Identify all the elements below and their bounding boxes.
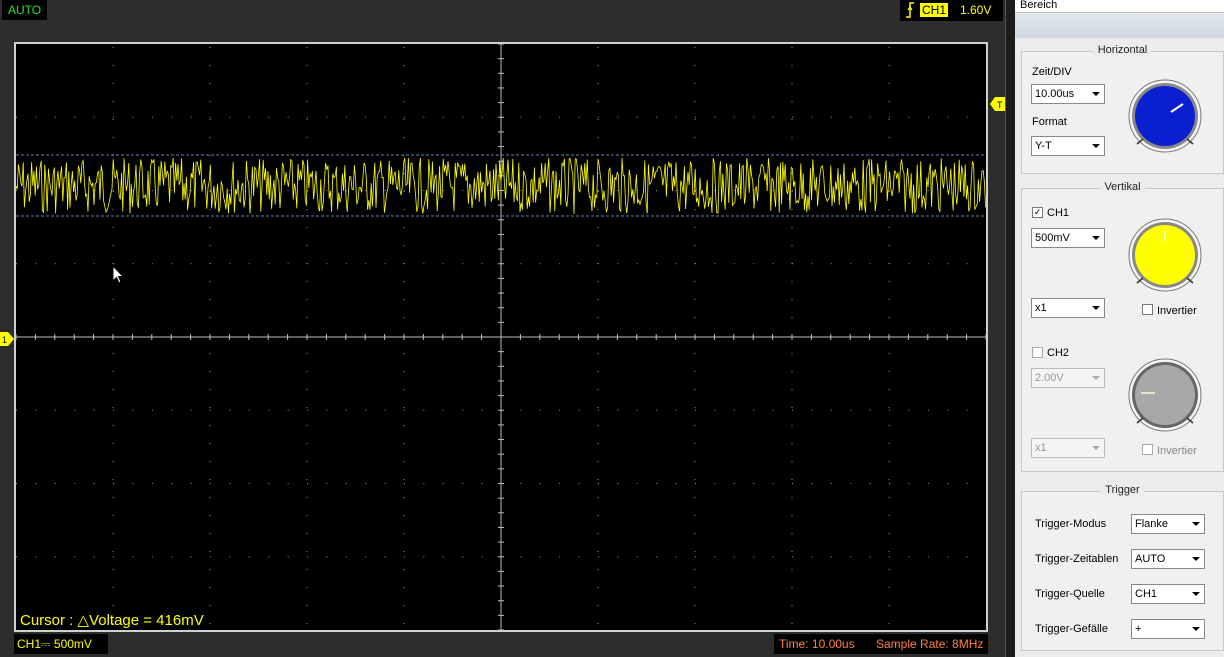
chevron-down-icon bbox=[1092, 446, 1100, 450]
trigger-mode-label: Trigger-Modus bbox=[1035, 518, 1107, 530]
time-per-div-status: Time: 10.00us bbox=[779, 637, 855, 651]
channel1-ground-marker[interactable]: 1 bbox=[0, 332, 14, 346]
ch1-volts-select[interactable]: 500mV bbox=[1031, 228, 1105, 248]
trigger-source-label: Trigger-Quelle bbox=[1035, 588, 1105, 600]
top-status-bar: AUTO CH1 1.60V bbox=[0, 0, 1005, 24]
chevron-down-icon bbox=[1192, 557, 1200, 561]
trigger-status: CH1 1.60V bbox=[900, 0, 1003, 21]
vertical-group: Vertikal ✓ CH1 500mV x1 Invertier CH2 2.… bbox=[1021, 181, 1224, 472]
ch2-enable-checkbox[interactable] bbox=[1032, 347, 1043, 358]
format-select[interactable]: Y-T bbox=[1031, 136, 1105, 156]
trigger-mode-value: Flanke bbox=[1135, 518, 1169, 530]
ch2-invert-label: Invertier bbox=[1157, 445, 1197, 457]
ch2-volts-knob[interactable] bbox=[1127, 357, 1203, 433]
trigger-level-value: 1.60V bbox=[960, 3, 992, 17]
ch1-invert-label: Invertier bbox=[1157, 305, 1197, 317]
ch1-label: CH1 bbox=[1047, 207, 1070, 219]
horizontal-group: Horizontal Zeit/DIV 10.00us Format Y-T bbox=[1021, 44, 1224, 174]
cursor-voltage-readout: Cursor : △Voltage = 416mV bbox=[20, 612, 204, 629]
trigger-source-select[interactable]: CH1 bbox=[1131, 584, 1205, 604]
ch1-enable-checkbox[interactable]: ✓ bbox=[1032, 207, 1043, 218]
ch1-volts-value: 500mV bbox=[1035, 232, 1070, 244]
trigger-level-marker[interactable]: T bbox=[990, 97, 1006, 111]
ch2-volts-select[interactable]: 2.00V bbox=[1031, 368, 1105, 388]
trigger-slope-value: + bbox=[1135, 623, 1142, 635]
acquisition-mode-badge[interactable]: AUTO bbox=[2, 0, 48, 20]
timebase-knob[interactable] bbox=[1127, 78, 1203, 154]
panel-header-bar bbox=[1015, 14, 1224, 38]
trigger-group: Trigger Trigger-Modus Flanke Trigger-Zei… bbox=[1021, 484, 1224, 651]
trigger-sweep-select[interactable]: AUTO bbox=[1131, 549, 1205, 569]
chevron-down-icon bbox=[1092, 376, 1100, 380]
trigger-mode-select[interactable]: Flanke bbox=[1131, 514, 1205, 534]
timebase-status: Time: 10.00us Sample Rate: 8MHz bbox=[774, 634, 988, 654]
ch2-invert-checkbox[interactable] bbox=[1142, 444, 1153, 455]
trigger-channel-badge: CH1 bbox=[920, 3, 949, 17]
control-panel: Bereich Horizontal Zeit/DIV 10.00us Form… bbox=[1015, 0, 1224, 657]
ch1-probe-value: x1 bbox=[1035, 302, 1047, 314]
ch2-probe-select[interactable]: x1 bbox=[1031, 438, 1105, 458]
chevron-down-icon bbox=[1092, 92, 1100, 96]
trigger-slope-label: Trigger-Gefälle bbox=[1035, 623, 1108, 635]
chevron-down-icon bbox=[1092, 236, 1100, 240]
chevron-down-icon bbox=[1192, 627, 1200, 631]
rising-edge-icon bbox=[906, 2, 914, 18]
trigger-title: Trigger bbox=[1101, 484, 1144, 496]
trigger-slope-select[interactable]: + bbox=[1131, 619, 1205, 639]
chevron-down-icon bbox=[1192, 592, 1200, 596]
panel-title: Bereich bbox=[1015, 0, 1224, 13]
trigger-source-value: CH1 bbox=[1135, 588, 1158, 600]
channel-marker-label: 1 bbox=[2, 335, 7, 345]
ch2-volts-value: 2.00V bbox=[1035, 372, 1064, 384]
ch1-invert-checkbox[interactable] bbox=[1142, 304, 1153, 315]
timediv-select[interactable]: 10.00us bbox=[1031, 84, 1105, 104]
vertical-title: Vertikal bbox=[1100, 181, 1145, 193]
ch1-probe-select[interactable]: x1 bbox=[1031, 298, 1105, 318]
ch1-scale-status: CH1⎓ 500mV bbox=[14, 634, 108, 654]
trigger-marker-label: T bbox=[997, 100, 1003, 110]
format-value: Y-T bbox=[1035, 140, 1052, 152]
mouse-pointer-icon bbox=[112, 265, 124, 284]
format-label: Format bbox=[1032, 116, 1067, 128]
trigger-sweep-label: Trigger-Zeitablen bbox=[1035, 553, 1119, 565]
timediv-value: 10.00us bbox=[1035, 88, 1075, 100]
sample-rate-status: Sample Rate: 8MHz bbox=[876, 637, 984, 651]
ch2-label: CH2 bbox=[1047, 347, 1070, 359]
chevron-down-icon bbox=[1192, 522, 1200, 526]
ch2-probe-value: x1 bbox=[1035, 442, 1047, 454]
trigger-sweep-value: AUTO bbox=[1135, 553, 1166, 565]
ch1-volts-knob[interactable] bbox=[1127, 217, 1203, 293]
scope-graticule bbox=[16, 44, 986, 630]
chevron-down-icon bbox=[1092, 144, 1100, 148]
chevron-down-icon bbox=[1092, 306, 1100, 310]
timediv-label: Zeit/DIV bbox=[1032, 66, 1072, 78]
scope-display[interactable] bbox=[14, 42, 988, 632]
horizontal-title: Horizontal bbox=[1093, 44, 1152, 56]
